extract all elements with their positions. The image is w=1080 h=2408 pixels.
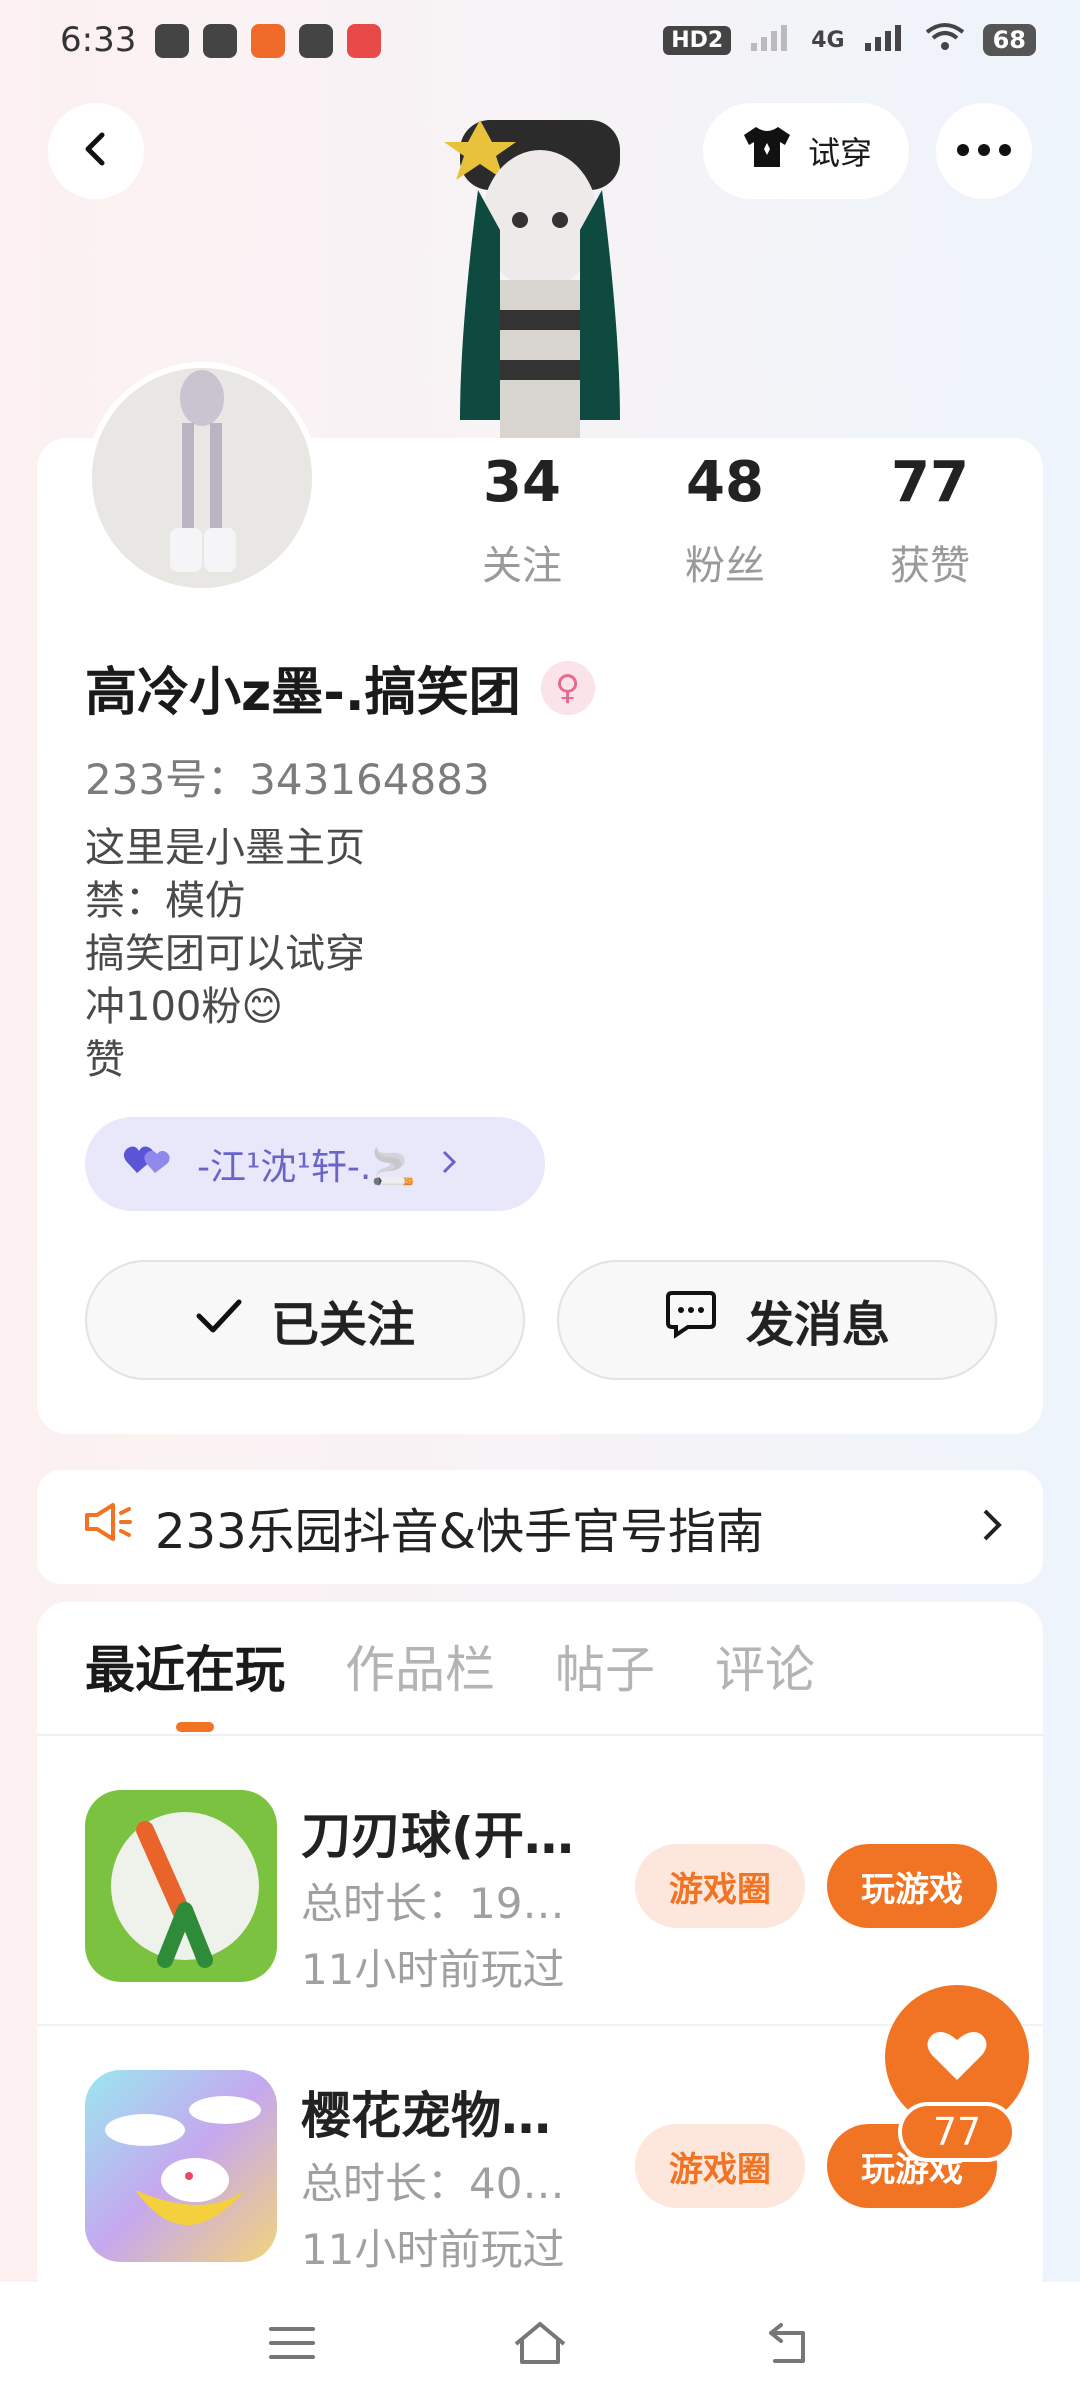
game-last-played: 11小时前玩过 xyxy=(301,2225,565,2274)
notification-icon xyxy=(251,24,285,58)
stat-count: 34 xyxy=(483,450,561,515)
system-nav-bar xyxy=(0,2282,1080,2408)
list-item[interactable]: 樱花宠物… 总时长：40… 11小时前玩过 游戏圈 玩游戏 xyxy=(85,2070,1005,2274)
back-nav-icon[interactable] xyxy=(763,2321,813,2369)
tab-posts[interactable]: 帖子 xyxy=(555,1630,655,1702)
megaphone-icon xyxy=(83,1499,133,1555)
stat-label: 关注 xyxy=(482,543,562,589)
notification-icon xyxy=(347,24,381,58)
stat-label: 粉丝 xyxy=(685,543,765,589)
status-time: 6:33 xyxy=(60,20,137,60)
chevron-right-icon xyxy=(981,1499,1003,1555)
game-circle-button[interactable]: 游戏圈 xyxy=(635,1844,805,1928)
notification-icon xyxy=(155,24,189,58)
network-label: 4G xyxy=(811,27,845,53)
guide-text: 233乐园抖音&快手官号指南 xyxy=(155,1504,765,1560)
stat-following[interactable]: 34 关注 xyxy=(442,455,602,591)
tab-comments[interactable]: 评论 xyxy=(715,1630,815,1702)
check-icon xyxy=(195,1292,243,1348)
followed-button[interactable]: 已关注 xyxy=(85,1260,525,1380)
try-on-label: 试穿 xyxy=(807,134,872,172)
user-id[interactable]: 233号：343164883 xyxy=(85,746,490,807)
menu-icon[interactable] xyxy=(267,2323,317,2367)
bio-line: 搞笑团可以试穿 xyxy=(85,931,365,977)
guide-banner[interactable]: 233乐园抖音&快手官号指南 xyxy=(37,1470,1043,1584)
game-last-played: 11小时前玩过 xyxy=(301,1945,565,1994)
heart-icon xyxy=(926,2028,988,2086)
tab-recent-played[interactable]: 最近在玩 xyxy=(85,1630,285,1702)
notification-icon xyxy=(203,24,237,58)
home-icon[interactable] xyxy=(510,2318,570,2372)
play-game-button[interactable]: 玩游戏 xyxy=(827,1844,997,1928)
game-circle-button[interactable]: 游戏圈 xyxy=(635,2124,805,2208)
notification-icons xyxy=(155,24,381,58)
stat-fans[interactable]: 48 粉丝 xyxy=(645,455,805,591)
relation-badge[interactable]: -江¹沈¹轩-.🚬 xyxy=(85,1117,545,1211)
like-count-badge: 77 xyxy=(898,2102,1016,2162)
hd-icon: HD2 xyxy=(663,25,732,55)
signal-icon xyxy=(749,23,793,57)
profile-name-row: 高冷小z墨-.搞笑团 ♀ xyxy=(85,650,595,725)
notification-icon xyxy=(299,24,333,58)
bio: 这里是小墨主页 禁：模仿 搞笑团可以试穿 冲100粉😊 赞 xyxy=(85,822,365,1087)
status-right: HD2 4G 68 xyxy=(663,22,1036,58)
divider xyxy=(37,1734,1043,1736)
female-icon: ♀ xyxy=(540,660,595,715)
double-heart-icon xyxy=(123,1143,173,1186)
relation-name: -江¹沈¹轩-.🚬 xyxy=(197,1147,417,1188)
bio-line: 冲100粉😊 xyxy=(85,984,284,1030)
send-message-button[interactable]: 发消息 xyxy=(557,1260,997,1380)
game-title: 刀刃球(开… xyxy=(301,1807,574,1865)
game-icon xyxy=(85,1790,277,1982)
game-icon xyxy=(85,2070,277,2262)
back-button[interactable] xyxy=(48,103,144,199)
stat-count: 77 xyxy=(891,450,969,515)
game-duration: 总时长：19… xyxy=(301,1879,565,1928)
battery-icon: 68 xyxy=(982,24,1036,56)
character-avatar[interactable] xyxy=(420,80,660,440)
signal-icon xyxy=(863,23,907,57)
stat-count: 48 xyxy=(686,450,764,515)
more-dots-icon xyxy=(956,142,1012,161)
tshirt-icon xyxy=(740,125,794,177)
game-duration: 总时长：40… xyxy=(301,2159,565,2208)
bio-line: 禁：模仿 xyxy=(85,878,245,924)
stat-likes[interactable]: 77 获赞 xyxy=(850,455,1010,591)
chat-icon xyxy=(664,1289,718,1351)
wifi-icon xyxy=(925,22,965,58)
bio-line: 这里是小墨主页 xyxy=(85,825,365,871)
content-tabs: 最近在玩 作品栏 帖子 评论 xyxy=(85,1630,815,1702)
chevron-right-icon xyxy=(440,1144,458,1185)
stat-label: 获赞 xyxy=(890,543,970,589)
tab-indicator xyxy=(176,1722,214,1732)
game-title: 樱花宠物… xyxy=(301,2087,551,2145)
chevron-left-icon xyxy=(76,129,116,173)
tab-works[interactable]: 作品栏 xyxy=(345,1630,495,1702)
more-button[interactable] xyxy=(936,103,1032,199)
send-message-label: 发消息 xyxy=(745,1297,890,1353)
status-bar: 6:33 HD2 4G 68 xyxy=(0,0,1080,86)
followed-label: 已关注 xyxy=(270,1297,415,1353)
profile-name: 高冷小z墨-.搞笑团 xyxy=(85,663,521,723)
avatar[interactable] xyxy=(86,362,318,594)
list-item[interactable]: 刀刃球(开… 总时长：19… 11小时前玩过 游戏圈 玩游戏 xyxy=(85,1790,1005,1994)
try-on-button[interactable]: 试穿 xyxy=(703,103,909,199)
bio-line: 赞 xyxy=(85,1037,125,1083)
